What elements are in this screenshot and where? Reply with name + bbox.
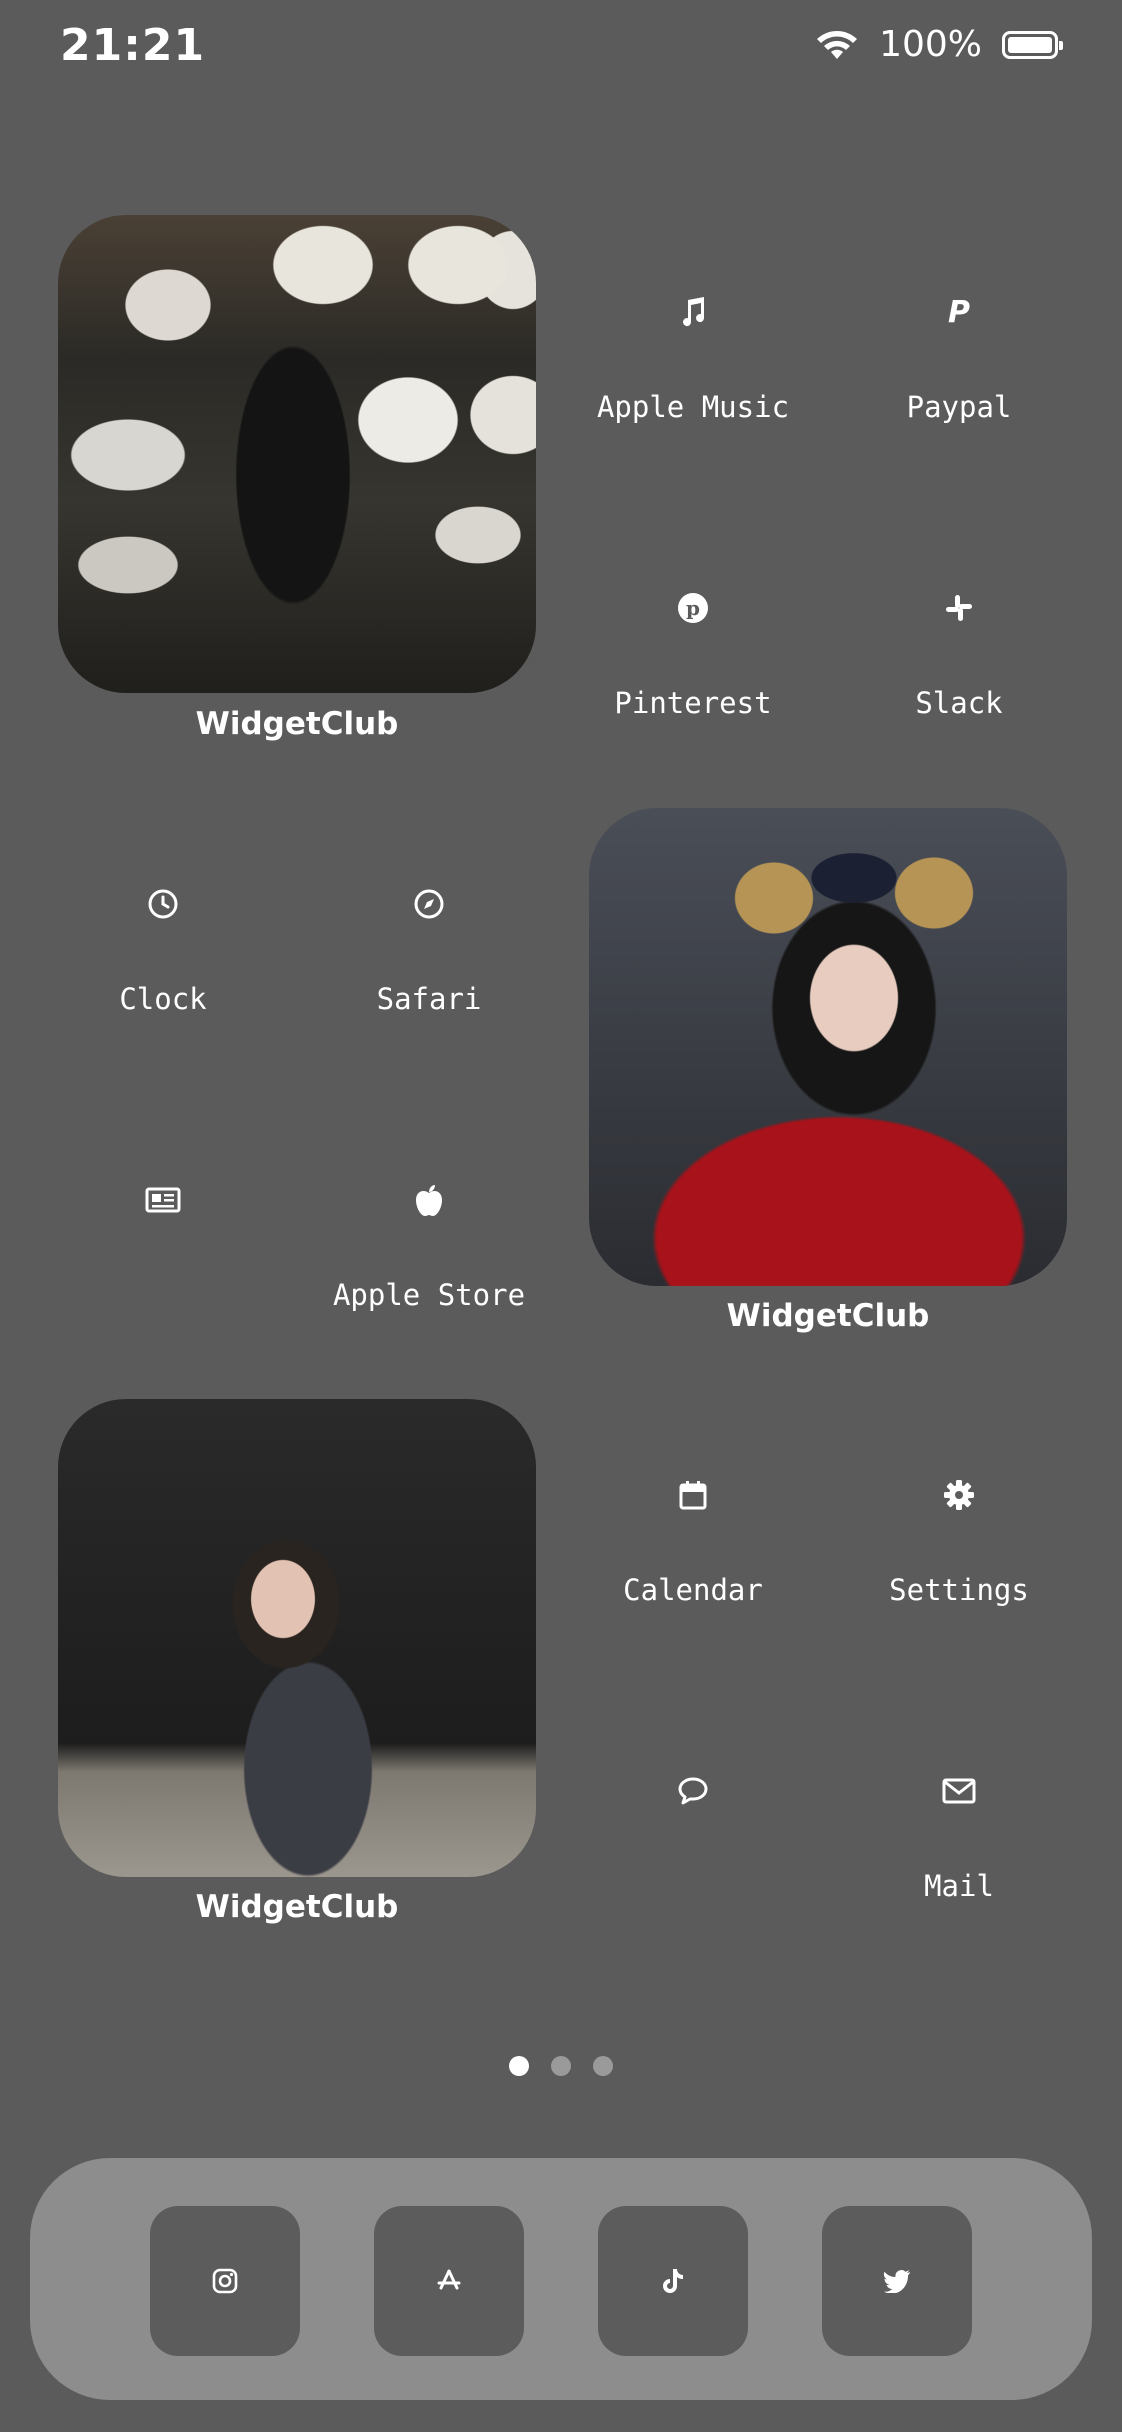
music-note-icon: [661, 280, 725, 344]
gear-icon: [927, 1463, 991, 1527]
dock: [30, 2158, 1092, 2400]
status-bar: 21:21 100%: [0, 0, 1122, 100]
page-dot-3[interactable]: [593, 2056, 613, 2076]
apple-logo-icon: [397, 1168, 461, 1232]
app-label: Apple Music: [596, 390, 790, 424]
widget-label: WidgetClub: [195, 1889, 399, 1925]
app-apple-music[interactable]: Apple Music: [573, 280, 813, 480]
app-paypal[interactable]: P Paypal: [839, 280, 1079, 480]
app-slack[interactable]: Slack: [839, 576, 1079, 776]
dock-app-twitter[interactable]: [822, 2206, 972, 2356]
widget-label: WidgetClub: [726, 1298, 930, 1334]
newspaper-icon: [131, 1168, 195, 1232]
dock-app-app-store[interactable]: [374, 2206, 524, 2356]
status-indicators: 100%: [815, 24, 1063, 65]
pinterest-icon: p: [661, 576, 725, 640]
app-label: Calendar: [623, 1573, 763, 1607]
widget-photo-red-sweater: [589, 808, 1067, 1286]
envelope-icon: [927, 1759, 991, 1823]
app-store-icon: [437, 2269, 461, 2290]
dock-app-instagram[interactable]: [150, 2206, 300, 2356]
speech-bubble-icon: [661, 1759, 725, 1823]
app-settings[interactable]: Settings: [839, 1463, 1079, 1663]
app-label: Clock: [119, 982, 207, 1016]
photo-widget-1[interactable]: [58, 215, 536, 693]
app-label: Settings: [889, 1573, 1029, 1607]
battery-percent: 100%: [879, 24, 982, 65]
dock-app-tiktok[interactable]: [598, 2206, 748, 2356]
app-label: Safari: [376, 982, 482, 1016]
app-mail[interactable]: Mail: [839, 1759, 1079, 1959]
app-label: Mail: [924, 1869, 994, 1903]
app-label: Apple Store: [332, 1278, 526, 1312]
clock-icon: [131, 872, 195, 936]
page-dot-2[interactable]: [551, 2056, 571, 2076]
photo-widget-2[interactable]: [589, 808, 1067, 1286]
app-clock[interactable]: Clock: [43, 872, 283, 1072]
instagram-icon: [212, 2268, 238, 2294]
wifi-icon: [817, 30, 858, 59]
battery-icon: [1002, 30, 1063, 59]
widget-photo-plush-shop: [58, 215, 536, 693]
slack-icon: [927, 576, 991, 640]
twitter-icon: [883, 2270, 910, 2293]
paypal-icon: P: [948, 294, 970, 330]
app-news[interactable]: [43, 1168, 283, 1368]
app-label: Paypal: [906, 390, 1012, 424]
app-calendar[interactable]: Calendar: [573, 1463, 813, 1663]
compass-icon: [397, 872, 461, 936]
widget-photo-dark-wall: [58, 1399, 536, 1877]
photo-widget-3[interactable]: [58, 1399, 536, 1877]
page-indicator[interactable]: [0, 2056, 1122, 2076]
status-time: 21:21: [60, 20, 206, 71]
app-apple-store[interactable]: Apple Store: [309, 1168, 549, 1368]
app-label: Pinterest: [614, 686, 772, 720]
widget-label: WidgetClub: [195, 706, 399, 742]
calendar-icon: [661, 1463, 725, 1527]
app-messages[interactable]: [573, 1759, 813, 1959]
page-dot-1[interactable]: [509, 2056, 529, 2076]
app-pinterest[interactable]: p Pinterest: [573, 576, 813, 776]
svg-text:p: p: [686, 596, 700, 620]
app-label: Slack: [915, 686, 1003, 720]
app-safari[interactable]: Safari: [309, 872, 549, 1072]
tiktok-icon: [663, 2269, 683, 2293]
